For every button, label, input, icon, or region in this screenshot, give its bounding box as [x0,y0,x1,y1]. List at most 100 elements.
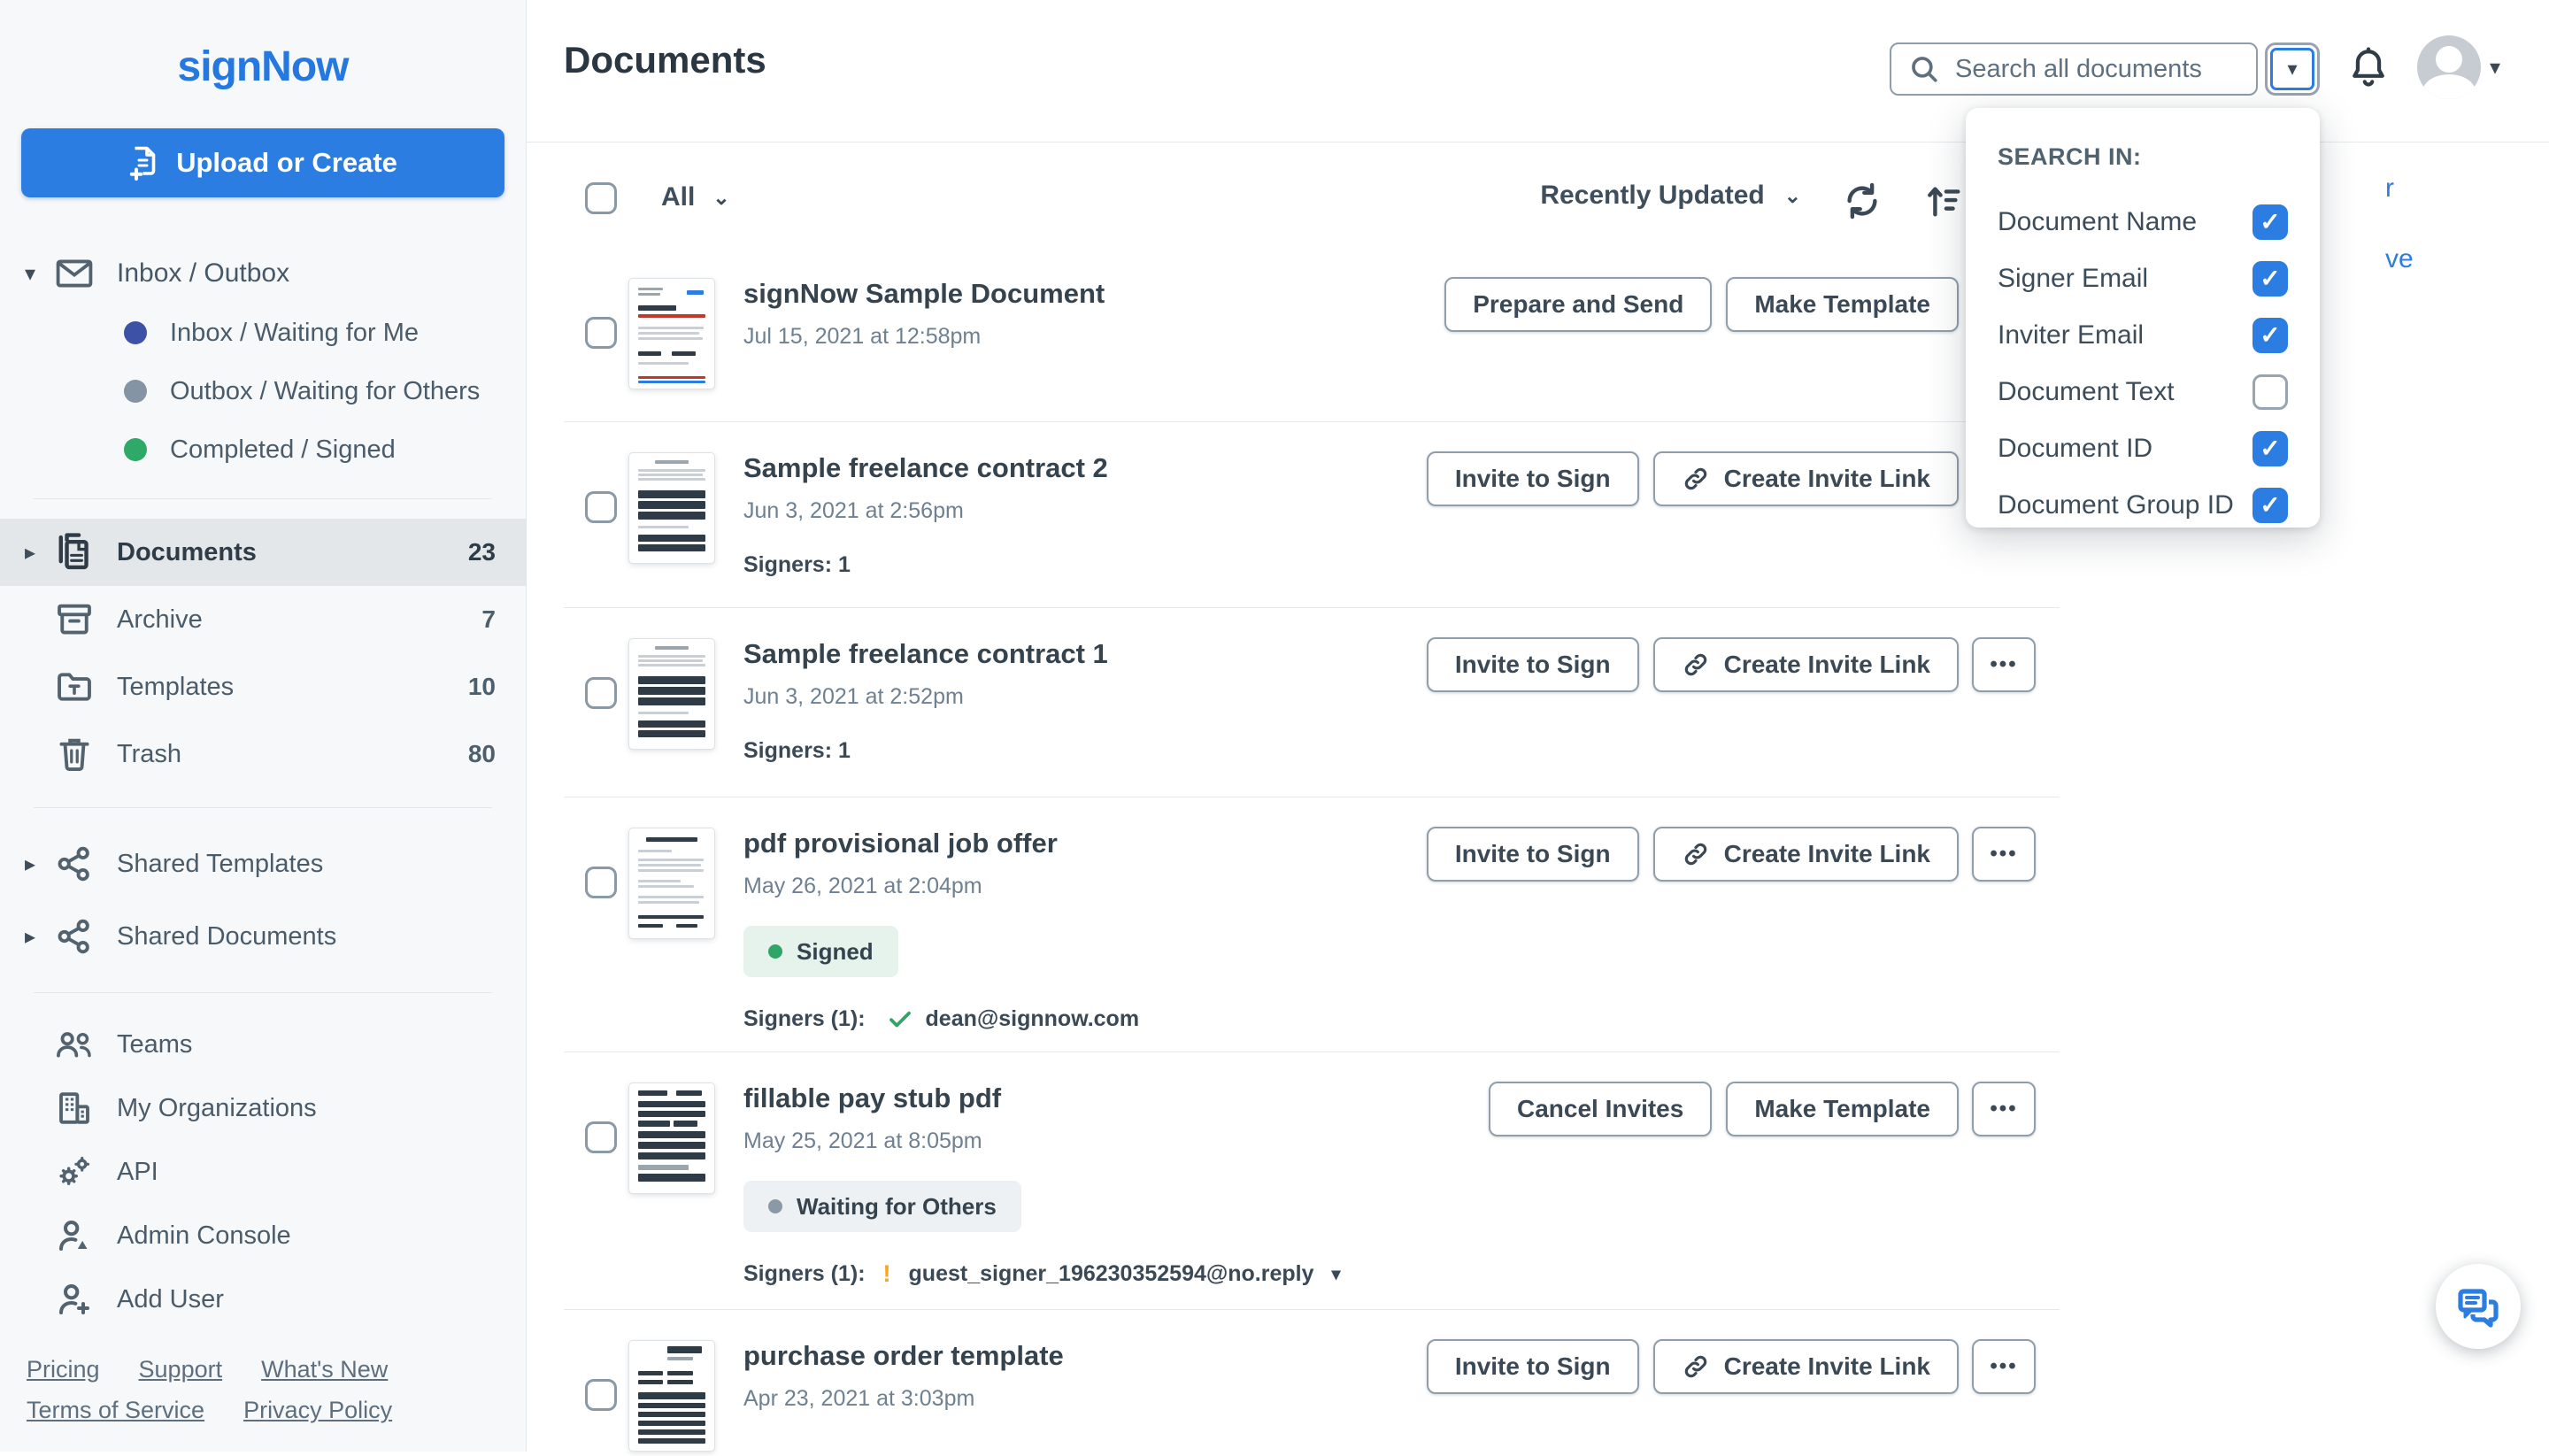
row-checkbox[interactable] [585,317,617,349]
document-title[interactable]: fillable pay stub pdf [743,1082,1341,1114]
document-title[interactable]: signNow Sample Document [743,278,1105,310]
document-title[interactable]: Sample freelance contract 1 [743,638,1108,670]
create-invite-link-button[interactable]: Create Invite Link [1653,827,1959,882]
archive-count: 7 [481,605,496,634]
sidebar-item-inbox-outbox[interactable]: ▾ Inbox / Outbox [0,243,526,304]
sidebar-item-outbox-waiting-for-others[interactable]: Outbox / Waiting for Others [0,362,526,420]
create-invite-link-button[interactable]: Create Invite Link [1653,451,1959,506]
user-avatar[interactable] [2417,35,2481,99]
document-title[interactable]: Sample freelance contract 2 [743,452,1108,484]
document-add-icon [128,145,160,181]
prepare-and-send-button[interactable]: Prepare and Send [1444,277,1712,332]
sort-dropdown[interactable]: Recently Updated ⌄ [1447,181,1801,211]
document-title[interactable]: purchase order template [743,1340,1064,1372]
invite-to-sign-button[interactable]: Invite to Sign [1427,637,1639,692]
terms-of-service-link[interactable]: Terms of Service [27,1397,204,1423]
sort-order-icon[interactable] [1923,181,1966,223]
checkbox[interactable]: ✓ [2253,261,2288,297]
sidebar-item-documents[interactable]: ▸ Documents 23 [0,519,526,586]
document-date: Jun 3, 2021 at 2:56pm [743,498,1108,524]
search-in-option-signer-email[interactable]: Signer Email ✓ [1998,250,2288,307]
notifications-bell-icon[interactable] [2348,46,2392,94]
row-checkbox[interactable] [585,1121,617,1153]
support-link[interactable]: Support [139,1356,223,1383]
refresh-icon[interactable] [1842,181,1884,223]
chevron-right-icon[interactable]: ▸ [25,924,55,950]
sidebar-item-teams[interactable]: Teams [0,1013,526,1076]
row-checkbox[interactable] [585,1379,617,1411]
privacy-policy-link[interactable]: Privacy Policy [243,1397,392,1423]
checkbox[interactable]: ✓ [2253,318,2288,353]
link-icon [1682,840,1710,868]
chevron-right-icon[interactable]: ▸ [25,540,55,566]
signer-email[interactable]: dean@signnow.com [926,1006,1140,1032]
sidebar-item-shared-templates[interactable]: ▸ Shared Templates [0,828,526,900]
document-thumbnail[interactable] [628,452,715,564]
cancel-invites-button[interactable]: Cancel Invites [1489,1082,1712,1136]
status-dot [768,1199,782,1213]
search-in-option-inviter-email[interactable]: Inviter Email ✓ [1998,307,2288,364]
more-actions-button[interactable]: ••• [1972,1082,2036,1136]
row-checkbox[interactable] [585,677,617,709]
sidebar-item-admin-console[interactable]: Admin Console [0,1204,526,1267]
checkbox[interactable]: ✓ [2253,431,2288,466]
create-invite-link-button[interactable]: Create Invite Link [1653,637,1959,692]
sidebar-item-label: Add User [117,1285,496,1314]
make-template-button[interactable]: Make Template [1726,277,1959,332]
chevron-right-icon[interactable]: ▸ [25,851,55,877]
document-row: pdf provisional job offer May 26, 2021 a… [564,797,2060,1052]
search-input[interactable] [1953,54,2238,85]
search-in-option-document-group-id[interactable]: Document Group ID ✓ [1998,477,2288,534]
share-nodes-icon [55,844,94,883]
sidebar-item-my-organizations[interactable]: My Organizations [0,1076,526,1140]
row-checkbox[interactable] [585,491,617,523]
select-all-checkbox[interactable] [585,182,617,214]
more-actions-button[interactable]: ••• [1972,1339,2036,1394]
sidebar-item-inbox-waiting-for-me[interactable]: Inbox / Waiting for Me [0,304,526,362]
document-thumbnail[interactable] [628,278,715,389]
checkbox[interactable]: ✓ [2253,488,2288,523]
pricing-link[interactable]: Pricing [27,1356,100,1383]
row-checkbox[interactable] [585,867,617,898]
invite-to-sign-button[interactable]: Invite to Sign [1427,827,1639,882]
invite-to-sign-button[interactable]: Invite to Sign [1427,451,1639,506]
sidebar-item-shared-documents[interactable]: ▸ Shared Documents [0,900,526,973]
checkbox[interactable]: ✓ [2253,204,2288,240]
upload-or-create-button[interactable]: Upload or Create [21,128,504,197]
signer-caret-icon[interactable]: ▾ [1332,1263,1341,1285]
create-invite-link-button[interactable]: Create Invite Link [1653,1339,1959,1394]
search-bar[interactable] [1890,42,2258,96]
live-chat-button[interactable] [2436,1264,2521,1349]
document-thumbnail[interactable] [628,1340,715,1452]
search-in-option-document-id[interactable]: Document ID ✓ [1998,420,2288,477]
more-actions-button[interactable]: ••• [1972,827,2036,882]
document-thumbnail[interactable] [628,1082,715,1194]
sidebar-item-archive[interactable]: Archive 7 [0,586,526,653]
sidebar-item-trash[interactable]: Trash 80 [0,720,526,788]
whats-new-link[interactable]: What's New [261,1356,388,1383]
filter-dropdown[interactable]: All ⌄ [661,182,730,212]
status-badge-signed: Signed [743,926,898,977]
signer-email[interactable]: guest_signer_196230352594@no.reply [909,1261,1314,1287]
make-template-button[interactable]: Make Template [1726,1082,1959,1136]
select-all-checkbox-wrap [585,182,617,214]
sidebar-item-add-user[interactable]: Add User [0,1267,526,1331]
document-thumbnail[interactable] [628,638,715,750]
chevron-down-icon[interactable]: ▾ [25,261,55,287]
chevron-down-icon: ⌄ [712,186,729,210]
link-icon [1682,1352,1710,1381]
invite-to-sign-button[interactable]: Invite to Sign [1427,1339,1639,1394]
account-menu-caret-icon[interactable]: ▾ [2490,55,2500,81]
search-options-toggle[interactable]: ▾ [2265,42,2320,96]
search-in-option-document-name[interactable]: Document Name ✓ [1998,194,2288,250]
sidebar-item-templates[interactable]: Templates 10 [0,653,526,720]
document-title[interactable]: pdf provisional job offer [743,828,1139,859]
checkbox[interactable]: ✓ [2253,374,2288,410]
sidebar-item-api[interactable]: API [0,1140,526,1204]
more-actions-button[interactable]: ••• [1972,637,2036,692]
search-in-option-document-text[interactable]: Document Text ✓ [1998,364,2288,420]
document-thumbnail[interactable] [628,828,715,939]
document-row: fillable pay stub pdf May 25, 2021 at 8:… [564,1052,2060,1310]
sidebar-item-completed-signed[interactable]: Completed / Signed [0,420,526,479]
sidebar-item-label: Admin Console [117,1221,496,1251]
